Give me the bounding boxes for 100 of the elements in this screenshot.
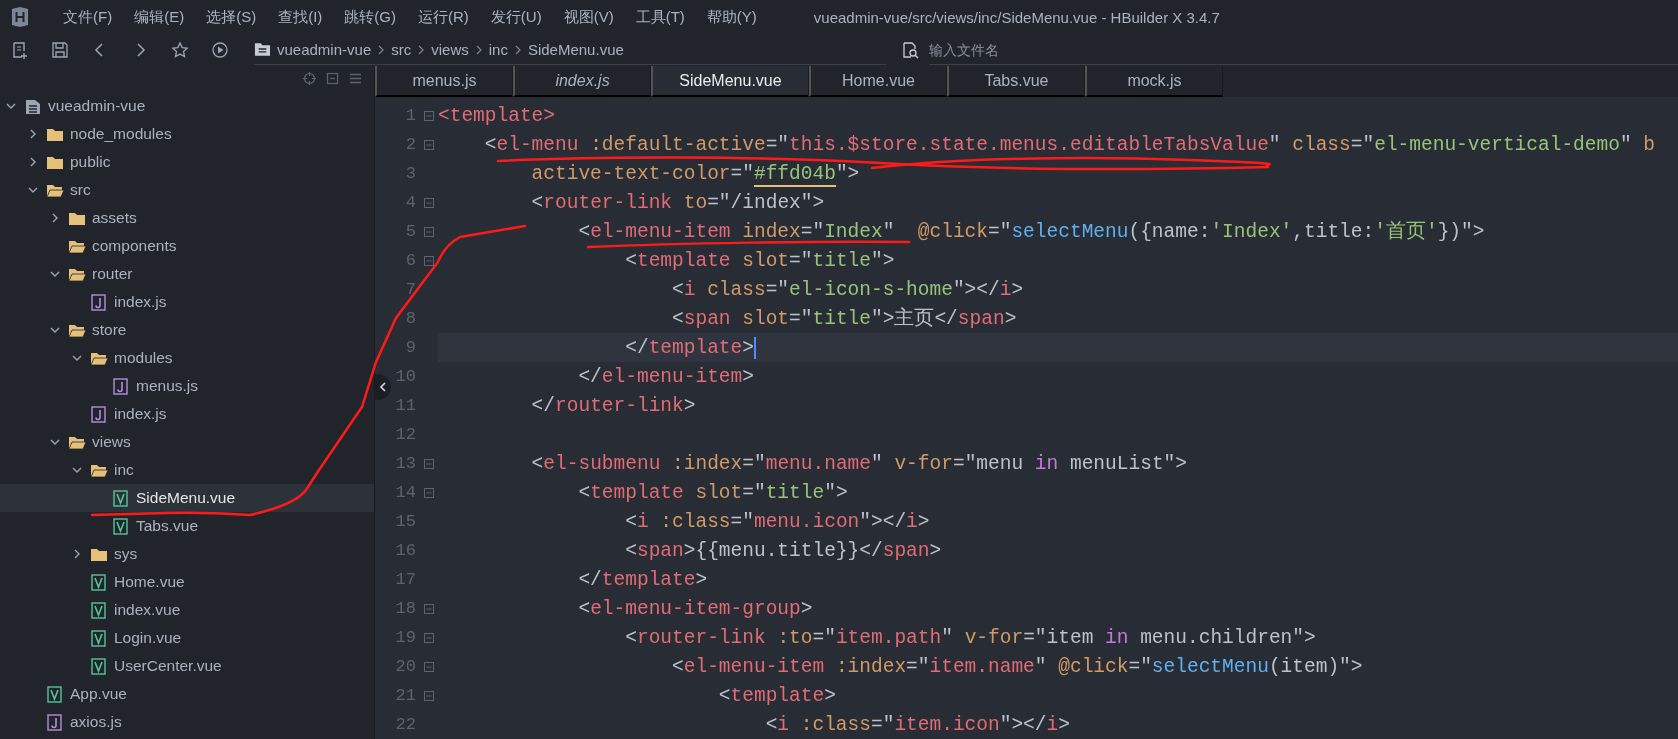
fold-icon[interactable] <box>424 226 434 237</box>
fold-icon[interactable] <box>424 487 434 498</box>
breadcrumb-item[interactable]: SideMenu.vue <box>527 41 624 58</box>
line-number: 21 <box>394 686 416 705</box>
chevron-right-icon[interactable] <box>50 213 60 223</box>
tree-item[interactable]: Login.vue <box>0 624 374 652</box>
fold-icon[interactable] <box>424 603 434 614</box>
line-number: 7 <box>404 280 416 299</box>
code-line: <template slot="title"> <box>577 481 848 504</box>
chevron-down-icon[interactable] <box>50 437 60 447</box>
menu-item[interactable]: 查找(I) <box>267 7 334 27</box>
vue-file-icon <box>90 601 108 619</box>
line-number: 3 <box>404 164 416 183</box>
breadcrumb-item[interactable]: views <box>431 41 469 58</box>
tree-item[interactable]: index.js <box>0 400 374 428</box>
editor-tab[interactable]: index.js <box>513 66 651 97</box>
app-logo-icon <box>10 6 30 28</box>
editor-tab[interactable]: Tabs.vue <box>947 66 1085 97</box>
chevron-right-icon[interactable] <box>72 549 82 559</box>
tree-item[interactable]: router <box>0 260 374 288</box>
chevron-right-icon <box>377 44 386 55</box>
file-search-field[interactable]: 输入文件名 <box>929 35 1678 65</box>
chevron-right-icon[interactable] <box>28 129 38 139</box>
tree-item[interactable]: Home.vue <box>0 568 374 596</box>
line-number: 16 <box>394 541 416 560</box>
line-number: 1 <box>404 106 416 125</box>
code-line: <i class="el-icon-s-home"></i> <box>671 278 1024 301</box>
collapse-all-icon[interactable] <box>326 72 339 85</box>
vue-file-icon <box>90 629 108 647</box>
chevron-down-icon[interactable] <box>50 325 60 335</box>
folder-icon <box>254 41 271 58</box>
line-number: 8 <box>404 309 416 328</box>
tree-item[interactable]: src <box>0 176 374 204</box>
fold-icon[interactable] <box>424 632 434 643</box>
chevron-down-icon[interactable] <box>6 101 16 111</box>
vue-file-icon <box>112 517 130 535</box>
editor-tab[interactable]: menus.js <box>375 66 513 97</box>
tree-item[interactable]: views <box>0 428 374 456</box>
menu-item[interactable]: 帮助(Y) <box>695 7 768 27</box>
menu-item[interactable]: 发行(U) <box>479 7 553 27</box>
menu-item[interactable]: 文件(F) <box>52 7 124 27</box>
fold-icon[interactable] <box>424 661 434 672</box>
line-number: 10 <box>394 367 416 386</box>
menu-item[interactable]: 选择(S) <box>195 7 268 27</box>
fold-icon[interactable] <box>424 458 434 469</box>
js-file-icon <box>46 713 64 731</box>
tree-item[interactable]: node_modules <box>0 120 374 148</box>
breadcrumb-item[interactable]: vueadmin-vue <box>277 41 372 58</box>
line-number: 18 <box>394 599 416 618</box>
line-number: 5 <box>404 222 416 241</box>
tree-item[interactable]: modules <box>0 344 374 372</box>
vue-file-icon <box>90 573 108 591</box>
chevron-down-icon[interactable] <box>28 185 38 195</box>
tree-item[interactable]: public <box>0 148 374 176</box>
tree-item[interactable]: index.vue <box>0 596 374 624</box>
locate-icon[interactable] <box>303 72 316 85</box>
vue-file-icon <box>46 685 64 703</box>
editor-tab[interactable]: SideMenu.vue <box>651 66 809 97</box>
chevron-down-icon[interactable] <box>50 269 60 279</box>
menu-item[interactable]: 跳转(G) <box>333 7 407 27</box>
fold-icon[interactable] <box>424 110 434 121</box>
editor-tab[interactable]: mock.js <box>1085 66 1223 97</box>
tree-item[interactable]: assets <box>0 204 374 232</box>
tree-item[interactable]: axios.js <box>0 708 374 736</box>
project-icon <box>24 97 42 115</box>
menu-item[interactable]: 视图(V) <box>552 7 625 27</box>
tree-item[interactable]: store <box>0 316 374 344</box>
line-number: 13 <box>394 454 416 473</box>
tree-item[interactable]: index.js <box>0 288 374 316</box>
text-cursor <box>753 336 756 359</box>
menu-icon[interactable] <box>349 72 362 85</box>
tree-item[interactable]: inc <box>0 456 374 484</box>
search-icon <box>902 41 919 59</box>
tree-item[interactable]: UserCenter.vue <box>0 652 374 680</box>
menu-item[interactable]: 运行(R) <box>407 7 480 27</box>
tree-item[interactable]: sys <box>0 540 374 568</box>
fold-icon[interactable] <box>424 255 434 266</box>
code-line: </template> <box>577 568 708 591</box>
chevron-right-icon[interactable] <box>28 157 38 167</box>
fold-icon[interactable] <box>424 197 434 208</box>
vue-file-icon <box>90 657 108 675</box>
line-number: 11 <box>394 396 416 415</box>
tree-item[interactable]: vueadmin-vue <box>0 92 374 120</box>
editor-tab[interactable]: Home.vue <box>809 66 947 97</box>
collapse-handle[interactable] <box>375 374 391 400</box>
tree-item[interactable]: menus.js <box>0 372 374 400</box>
line-number: 15 <box>394 512 416 531</box>
menu-item[interactable]: 工具(T) <box>624 7 696 27</box>
menu-item[interactable]: 编辑(E) <box>123 7 196 27</box>
tree-item[interactable]: components <box>0 232 374 260</box>
breadcrumb-item[interactable]: inc <box>488 41 508 58</box>
tree-item[interactable]: Tabs.vue <box>0 512 374 540</box>
tree-item[interactable]: SideMenu.vue <box>0 484 374 512</box>
chevron-down-icon[interactable] <box>72 465 82 475</box>
fold-icon[interactable] <box>424 139 434 150</box>
breadcrumb-item[interactable]: src <box>391 41 412 58</box>
code-line: <span slot="title">主页</span> <box>671 307 1017 330</box>
tree-item[interactable]: App.vue <box>0 680 374 708</box>
fold-icon[interactable] <box>424 690 434 701</box>
chevron-down-icon[interactable] <box>72 353 82 363</box>
